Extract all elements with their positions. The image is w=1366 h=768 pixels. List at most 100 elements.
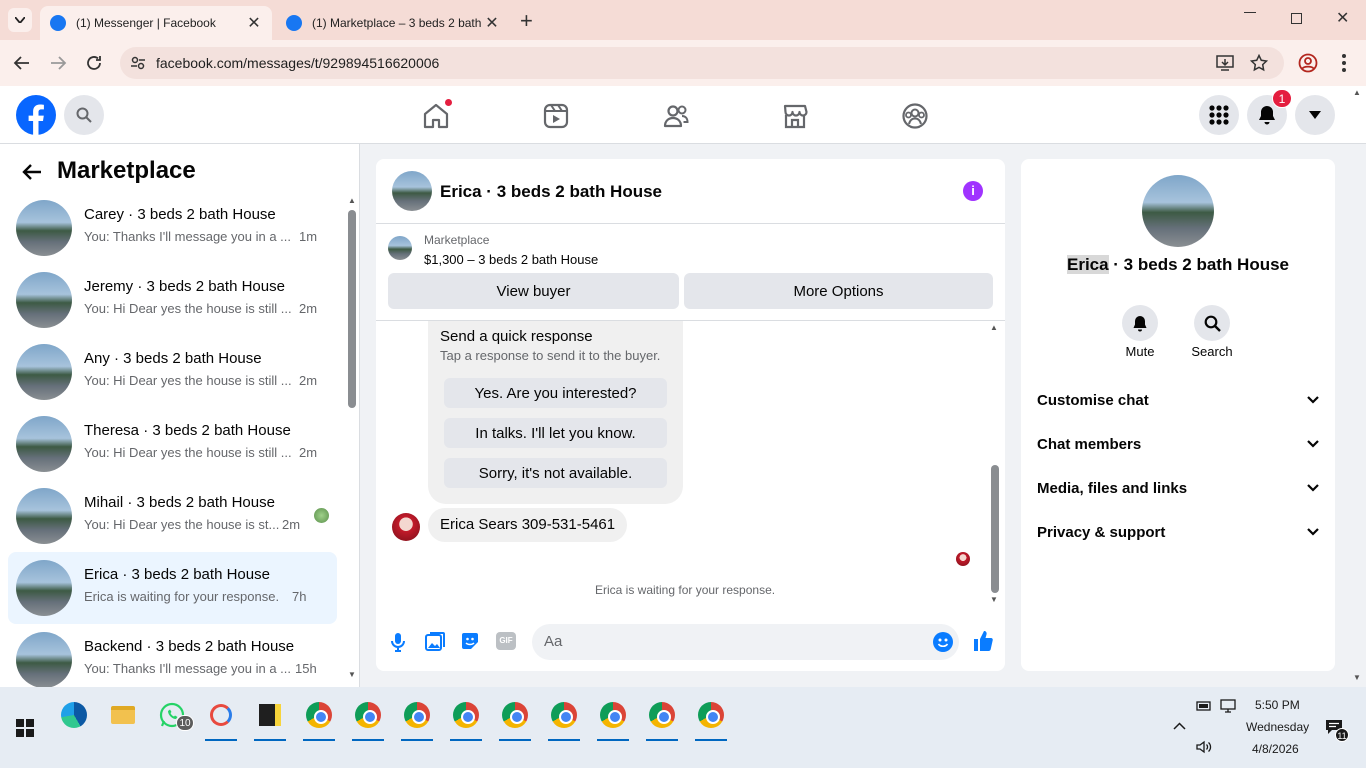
scrollbar-thumb[interactable] [991,465,999,593]
conversation-item[interactable]: Theresa · 3 beds 2 bath House You: Hi De… [8,408,337,480]
info-icon: i [971,183,975,198]
conversation-info-panel: Erica · 3 beds 2 bath House Mute Search … [1021,159,1335,671]
info-button[interactable]: i [963,181,983,201]
windows-start-icon[interactable] [16,719,34,737]
quick-response-button[interactable]: Yes. Are you interested? [444,378,667,408]
back-arrow-icon[interactable] [22,163,42,181]
tray-overflow-chevron-icon[interactable] [1173,722,1186,730]
profile-avatar[interactable] [1142,175,1214,247]
profile-name-rest: · 3 beds 2 bath House [1108,255,1290,274]
tab-search-button[interactable] [8,8,32,32]
video-icon[interactable] [542,102,570,130]
taskbar-chrome-profile[interactable] [397,695,437,741]
taskbar-chrome-profile[interactable] [593,695,633,741]
taskbar-chrome-profile[interactable] [495,695,535,741]
close-tab-icon[interactable]: ✕ [484,13,500,33]
tab-messenger[interactable]: (1) Messenger | Facebook ✕ [40,6,272,40]
back-icon[interactable] [13,54,31,72]
taskbar-chrome-profile[interactable] [348,695,388,741]
conversation-item[interactable]: Jeremy · 3 beds 2 bath House You: Hi Dea… [8,264,337,336]
clock-day[interactable]: Wednesday [1246,720,1309,734]
search-button[interactable] [64,95,104,135]
microphone-icon[interactable] [390,632,406,652]
taskbar-chrome-profile[interactable] [299,695,339,741]
menu-button[interactable] [1199,95,1239,135]
minimize-button[interactable] [1244,12,1256,13]
network-icon[interactable] [1220,699,1236,713]
page-scroll-down-icon[interactable]: ▼ [1353,673,1361,682]
page-scroll-up-icon[interactable]: ▲ [1353,88,1361,97]
conversation-time: 1m [299,229,318,244]
profile-icon[interactable] [1298,53,1318,73]
photo-icon[interactable] [425,632,445,652]
taskbar-whatsapp[interactable]: 10 [152,695,194,735]
customise-chat-section[interactable]: Customise chat [1037,385,1319,415]
forward-icon[interactable] [49,54,67,72]
tab-marketplace[interactable]: (1) Marketplace – 3 beds 2 bath ✕ [276,6,510,40]
home-notification-dot [445,99,452,106]
privacy-support-section[interactable]: Privacy & support [1037,517,1319,547]
conversation-item[interactable]: Backend · 3 beds 2 bath House You: Thank… [8,624,337,687]
groups-icon[interactable] [901,102,929,130]
media-files-links-section[interactable]: Media, files and links [1037,473,1319,503]
chat-avatar[interactable] [392,171,432,211]
listing-thumbnail[interactable] [388,236,412,260]
sidebar-scrollbar[interactable]: ▲ ▼ [346,194,358,681]
emoji-icon[interactable] [933,632,953,652]
view-buyer-button[interactable]: View buyer [388,273,679,309]
more-options-button[interactable]: More Options [684,273,993,309]
home-icon[interactable] [422,102,450,130]
scrollbar-thumb[interactable] [348,210,356,408]
conversation-preview: You: Hi Dear yes the house is still ... [84,301,292,316]
conversation-item[interactable]: Any · 3 beds 2 bath House You: Hi Dear y… [8,336,337,408]
clock-date[interactable]: 4/8/2026 [1252,742,1299,756]
listing-title[interactable]: $1,300 – 3 beds 2 bath House [424,252,598,267]
sender-avatar[interactable] [392,513,420,541]
conversation-item[interactable]: Carey · 3 beds 2 bath House You: Thanks … [8,192,337,264]
quick-response-button[interactable]: In talks. I'll let you know. [444,418,667,448]
taskbar-file-explorer[interactable] [103,695,143,735]
bookmark-star-icon[interactable] [1250,54,1268,72]
chrome-icon [453,702,479,728]
marketplace-icon[interactable] [781,102,809,130]
gif-icon[interactable]: GIF [496,632,516,650]
message-bubble[interactable]: Erica Sears 309-531-5461 [428,508,628,542]
account-button[interactable] [1295,95,1335,135]
conversation-item[interactable]: Mihail · 3 beds 2 bath House You: Hi Dea… [8,480,337,552]
install-app-icon[interactable] [1216,55,1234,71]
reload-icon[interactable] [85,54,103,72]
mute-button[interactable] [1120,305,1160,341]
taskbar-sticky-notes[interactable] [250,695,290,741]
thumbs-up-icon[interactable] [973,630,993,652]
omnibox[interactable]: facebook.com/messages/t/929894516620006 [120,47,1284,79]
taskbar-chrome-profile[interactable] [446,695,486,741]
friends-icon[interactable] [662,102,690,130]
close-window-button[interactable]: ✕ [1336,8,1349,28]
facebook-logo-icon[interactable] [16,95,56,135]
chat-title[interactable]: Erica · 3 beds 2 bath House [440,182,662,202]
taskbar-chrome-profile[interactable] [691,695,731,741]
search-conversation-button[interactable] [1192,305,1232,341]
sticker-icon[interactable] [460,631,480,651]
new-tab-button[interactable]: + [520,8,533,34]
message-input[interactable]: Aa [532,624,959,660]
conversation-time: 7h [292,589,307,604]
volume-icon[interactable] [1196,740,1212,754]
quick-response-button[interactable]: Sorry, it's not available. [444,458,667,488]
chat-members-section[interactable]: Chat members [1037,429,1319,459]
close-tab-icon[interactable]: ✕ [246,13,262,33]
taskbar-app-tool[interactable] [201,695,241,741]
conversation-item-selected[interactable]: Erica · 3 beds 2 bath House Erica is wai… [8,552,337,624]
browser-menu-icon[interactable] [1342,54,1346,72]
clock-time[interactable]: 5:50 PM [1255,698,1300,712]
avatar [16,200,72,256]
taskbar-chrome-profile[interactable] [544,695,584,741]
battery-icon[interactable] [1196,700,1212,712]
restore-button[interactable] [1291,13,1302,24]
profile-name-highlight: Erica [1066,255,1109,274]
messages-scrollbar[interactable]: ▲ ▼ [989,323,1001,607]
notification-badge: 1 [1272,89,1292,108]
site-info-icon[interactable] [130,55,146,71]
taskbar-edge[interactable] [54,695,94,735]
taskbar-chrome-profile[interactable] [642,695,682,741]
